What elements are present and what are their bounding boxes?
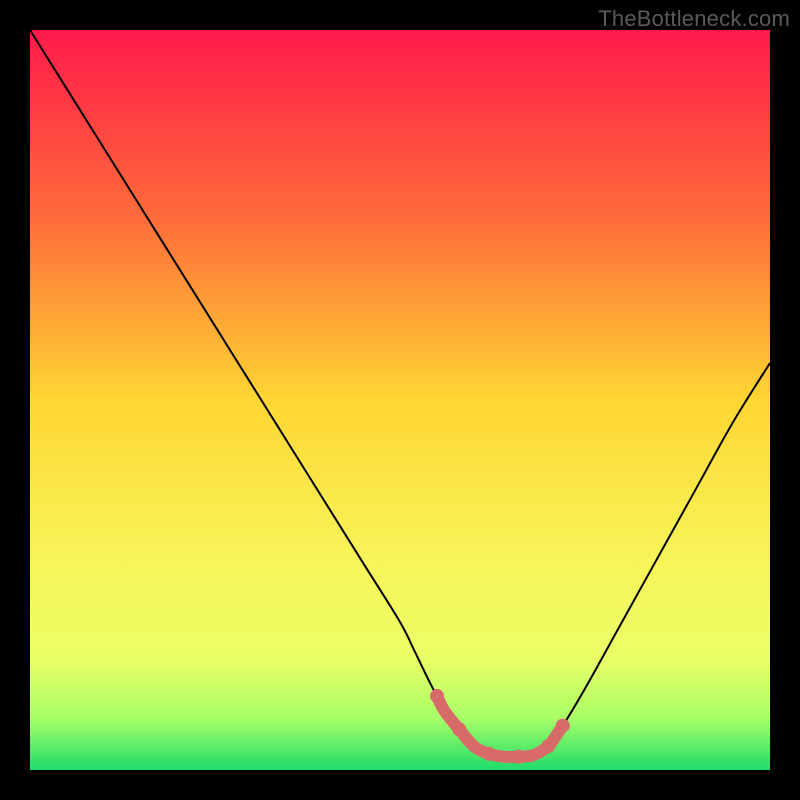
highlight-dot bbox=[430, 689, 444, 703]
highlight-dot bbox=[482, 747, 496, 761]
highlight-dot bbox=[452, 722, 466, 736]
gradient-background bbox=[30, 30, 770, 770]
highlight-dot bbox=[541, 739, 555, 753]
plot-area bbox=[30, 30, 770, 770]
chart-container: TheBottleneck.com bbox=[0, 0, 800, 800]
highlight-dot bbox=[511, 750, 525, 764]
watermark-text: TheBottleneck.com bbox=[598, 6, 790, 32]
bottleneck-chart bbox=[30, 30, 770, 770]
highlight-dot bbox=[556, 719, 570, 733]
